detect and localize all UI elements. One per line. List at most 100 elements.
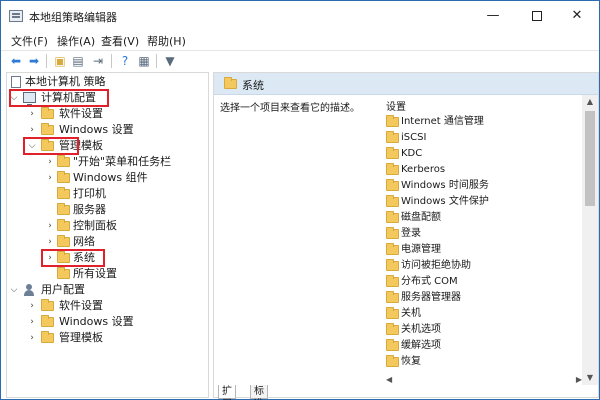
up-folder-icon[interactable]: ▣ [53,54,67,68]
folder-icon [386,115,399,127]
chevron-right-icon[interactable]: › [45,170,55,186]
tree-node-label: "开始"菜单和任务栏 [73,155,172,168]
properties-icon[interactable]: ▦ [137,54,151,68]
details-pane: 系统 选择一个项目来查看它的描述。 设置 Internet 通信管理 iSCSI… [213,72,599,400]
chevron-right-icon[interactable]: › [27,122,37,138]
show-hide-tree-icon[interactable]: ▤ [71,54,85,68]
back-arrow-icon[interactable]: ⬅ [9,54,23,68]
folder-icon [386,291,399,303]
scroll-left-icon[interactable]: ◀ [386,375,392,384]
menu-bar: 文件(F) 操作(A) 查看(V) 帮助(H) [1,31,599,49]
folder-icon [57,187,70,199]
scrollbar-thumb[interactable] [585,111,595,206]
highlight-computer-config [9,89,109,107]
chevron-down-icon[interactable]: ⌵ [9,282,19,298]
chevron-right-icon[interactable]: › [45,218,55,234]
menu-file[interactable]: 文件(F) [11,33,48,49]
folder-icon [57,235,70,247]
close-button[interactable]: ✕ [555,1,599,31]
user-icon [23,284,36,296]
list-item-label: 分布式 COM [401,276,458,287]
folder-icon [57,171,70,183]
export-list-icon[interactable]: ⇥ [91,54,105,68]
tree-node-label: 软件设置 [59,107,103,120]
list-item-label: KDC [401,148,423,159]
tree-node-label: Windows 设置 [59,123,134,136]
description-text: 选择一个项目来查看它的描述。 [220,103,360,114]
tree-pane[interactable]: 本地计算机 策略 ⌵ 计算机配置 › 软件设置 › Windows 设置 ⌵ 管… [6,72,209,398]
tree-node-label: 管理模板 [59,331,103,344]
filter-icon[interactable]: ▼ [163,54,177,68]
tree-node-label: Windows 组件 [73,171,148,184]
chevron-right-icon[interactable]: › [45,154,55,170]
folder-icon [386,339,399,351]
tree-node-label: 用户配置 [41,283,85,296]
horizontal-scrollbar[interactable]: ◀ ▶ [386,375,582,386]
list-item-label: Kerberos [401,164,446,175]
chevron-right-icon[interactable]: › [45,234,55,250]
folder-icon [57,267,70,279]
folder-icon [57,219,70,231]
scroll-up-icon[interactable]: ▲ [582,95,598,109]
tree-node-label: 所有设置 [73,267,117,280]
folder-icon [224,77,237,89]
list-item-label: 服务器管理器 [401,292,461,303]
tree-node-label: 本地计算机 策略 [25,75,106,88]
vertical-scrollbar[interactable]: ▲ ▼ [582,95,598,385]
folder-icon [41,123,54,135]
folder-icon [57,155,70,167]
settings-column-header[interactable]: 设置 [386,98,406,113]
folder-icon [386,243,399,255]
details-header-title: 系统 [242,79,264,92]
folder-icon [57,203,70,215]
tab-standard[interactable]: 标准 [250,385,268,400]
folder-icon [386,275,399,287]
list-item-label: 恢复 [401,356,421,367]
folder-icon [386,259,399,271]
folder-icon [41,299,54,311]
policy-document-icon [11,76,21,88]
tree-node-label: 网络 [73,235,95,248]
menu-help[interactable]: 帮助(H) [147,33,186,49]
list-item-label: Internet 通信管理 [401,116,484,127]
toolbar-separator [156,54,157,68]
toolbar-separator [46,54,47,68]
window-title: 本地组策略编辑器 [29,11,117,24]
folder-icon [386,211,399,223]
list-item-label: 关机 [401,308,421,319]
highlight-admin-templates [23,137,79,155]
scroll-right-icon[interactable]: ▶ [576,375,582,384]
scroll-down-icon[interactable]: ▼ [582,371,598,385]
tab-extended[interactable]: 扩展 [218,385,236,400]
menu-action[interactable]: 操作(A) [57,33,95,49]
chevron-right-icon[interactable]: › [27,106,37,122]
list-item-label: iSCSI [401,132,427,143]
tree-node-label: 服务器 [73,203,106,216]
list-item-label: 关机选项 [401,324,441,335]
details-header: 系统 [214,73,598,95]
list-item-label: 电源管理 [401,244,441,255]
chevron-right-icon[interactable]: › [27,298,37,314]
title-bar: 本地组策略编辑器 — ✕ [1,1,599,31]
list-item-label: Windows 时间服务 [401,180,489,191]
menu-view[interactable]: 查看(V) [101,33,139,49]
minimize-button[interactable]: — [471,1,515,31]
list-item-label: 缓解选项 [401,340,441,351]
help-icon[interactable]: ? [118,54,132,68]
folder-icon [41,107,54,119]
chevron-right-icon[interactable]: › [27,314,37,330]
maximize-button[interactable] [515,1,559,31]
folder-icon [386,163,399,175]
forward-arrow-icon[interactable]: ➡ [27,54,41,68]
folder-icon [386,147,399,159]
folder-icon [386,227,399,239]
highlight-system [41,249,105,267]
folder-icon [41,331,54,343]
chevron-right-icon[interactable]: › [27,330,37,346]
folder-icon [386,179,399,191]
folder-icon [41,315,54,327]
folder-icon [386,355,399,367]
list-item-label: Windows 文件保护 [401,196,489,207]
folder-icon [386,195,399,207]
folder-icon [386,323,399,335]
